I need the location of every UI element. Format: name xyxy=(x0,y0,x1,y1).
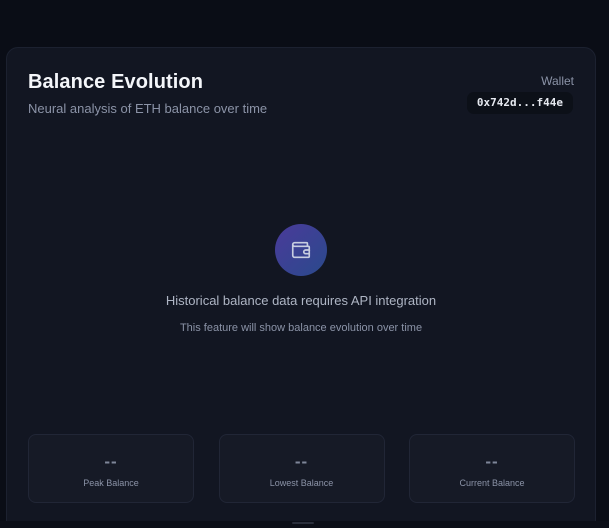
stat-value: -- xyxy=(104,452,118,471)
wallet-icon-badge xyxy=(275,224,327,276)
page: Balance Evolution Neural analysis of ETH… xyxy=(0,0,609,528)
scroll-handle[interactable] xyxy=(292,522,314,524)
stat-value: -- xyxy=(485,452,499,471)
empty-state: Historical balance data requires API int… xyxy=(7,224,595,334)
stat-label: Peak Balance xyxy=(83,478,139,488)
wallet-label: Wallet xyxy=(541,74,574,88)
stat-label: Lowest Balance xyxy=(269,478,334,488)
wallet-address-badge[interactable]: 0x742d...f44e xyxy=(466,92,573,114)
wallet-icon xyxy=(291,241,311,259)
balance-stats: -- Peak Balance -- Lowest Balance -- Cur… xyxy=(28,434,575,503)
empty-state-description: This feature will show balance evolution… xyxy=(179,322,423,334)
stat-current-balance: -- Current Balance xyxy=(409,434,575,503)
stat-lowest-balance: -- Lowest Balance xyxy=(218,434,385,503)
card-title: Balance Evolution xyxy=(28,71,204,93)
empty-state-title: Historical balance data requires API int… xyxy=(165,293,437,308)
stat-label: Current Balance xyxy=(459,478,525,488)
card-subtitle: Neural analysis of ETH balance over time xyxy=(28,101,268,116)
stat-peak-balance: -- Peak Balance xyxy=(28,434,194,503)
balance-evolution-card: Balance Evolution Neural analysis of ETH… xyxy=(6,47,596,528)
stat-value: -- xyxy=(294,452,309,471)
